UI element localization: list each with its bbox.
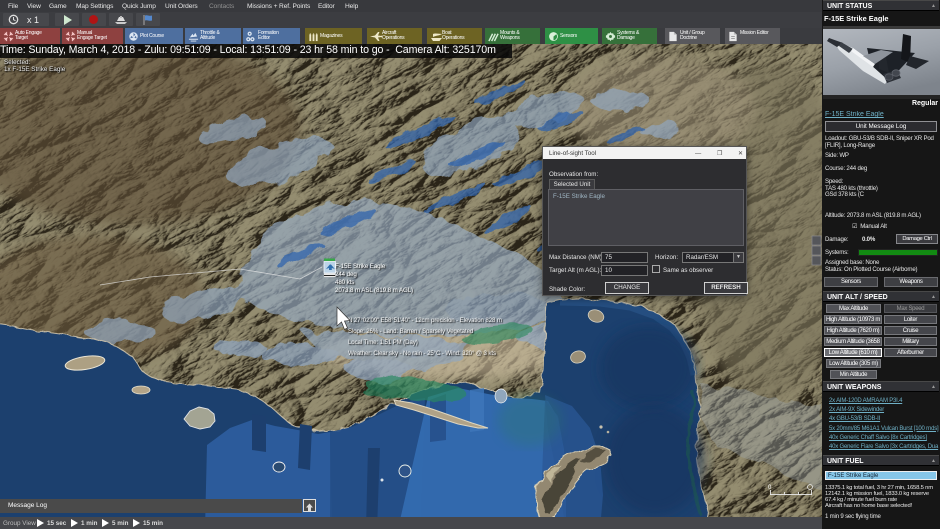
svg-text:Weather: Clear sky - No rain -: Weather: Clear sky - No rain - 25°C - Wi… [348,350,496,357]
svg-text:2073.8 m ASL (819.8 m AGL): 2073.8 m ASL (819.8 m AGL) [335,287,413,294]
svg-text:Slope: 26% - Land: Barren / Sp: Slope: 26% - Land: Barren / Sparsely Veg… [348,328,473,335]
svg-text:244 deg: 244 deg [335,271,357,278]
svg-text:Local Time: 1:51 PM (Day): Local Time: 1:51 PM (Day) [348,339,418,346]
svg-text:F-15E Strike Eagle: F-15E Strike Eagle [335,263,386,270]
svg-text:480 kts: 480 kts [335,279,354,286]
svg-text:N 27°02'09" E58°51'40" - 12cm: N 27°02'09" E58°51'40" - 12cm precision … [348,317,502,324]
